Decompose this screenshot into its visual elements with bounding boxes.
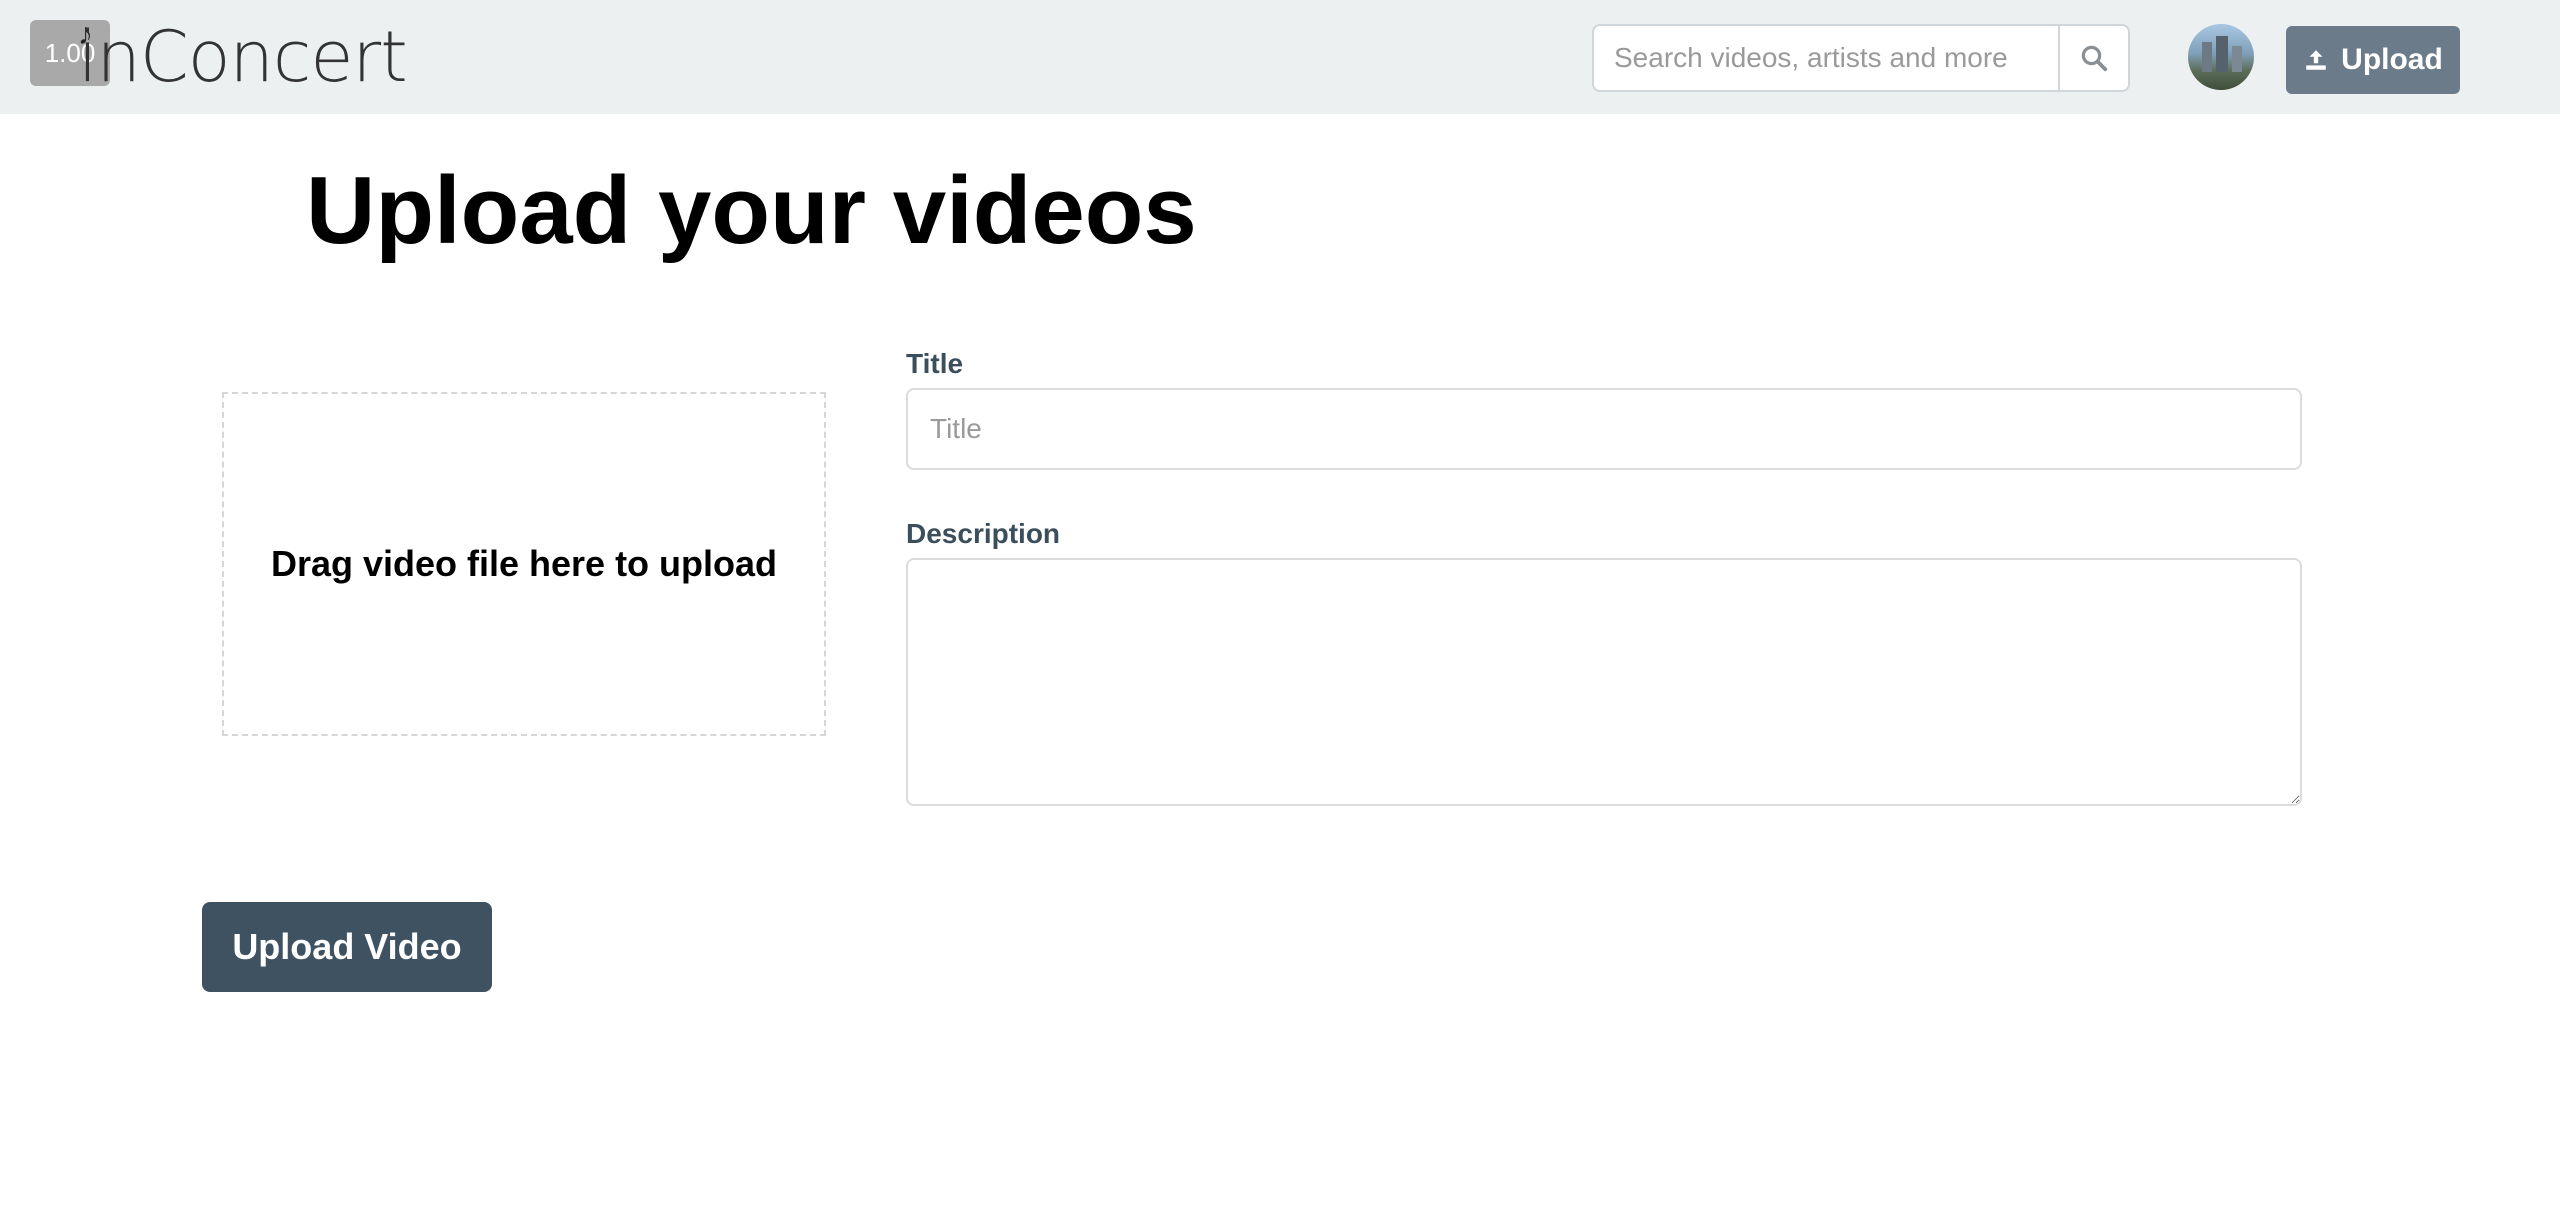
upload-icon [2306, 50, 2326, 70]
search-icon [2081, 45, 2108, 72]
upload-video-button[interactable]: Upload Video [202, 902, 492, 992]
search-button[interactable] [2058, 24, 2130, 92]
top-navbar: 1.00 ♪ inConcert Upload [0, 0, 2560, 114]
title-label: Title [906, 348, 964, 379]
dropzone-text: Drag video file here to upload [270, 543, 778, 584]
description-textarea[interactable] [906, 558, 2302, 806]
description-label: Description [906, 518, 1061, 549]
page-title: Upload your videos [306, 157, 1197, 264]
title-input[interactable] [906, 388, 2302, 470]
header-upload-button[interactable]: Upload [2286, 26, 2460, 94]
search-input[interactable] [1592, 24, 2058, 92]
video-dropzone[interactable]: Drag video file here to upload [222, 392, 826, 736]
logo-text: inConcert [78, 16, 408, 98]
upload-button-label: Upload [2341, 43, 2443, 76]
search-bar [1592, 24, 2130, 92]
user-avatar[interactable] [2188, 24, 2254, 90]
